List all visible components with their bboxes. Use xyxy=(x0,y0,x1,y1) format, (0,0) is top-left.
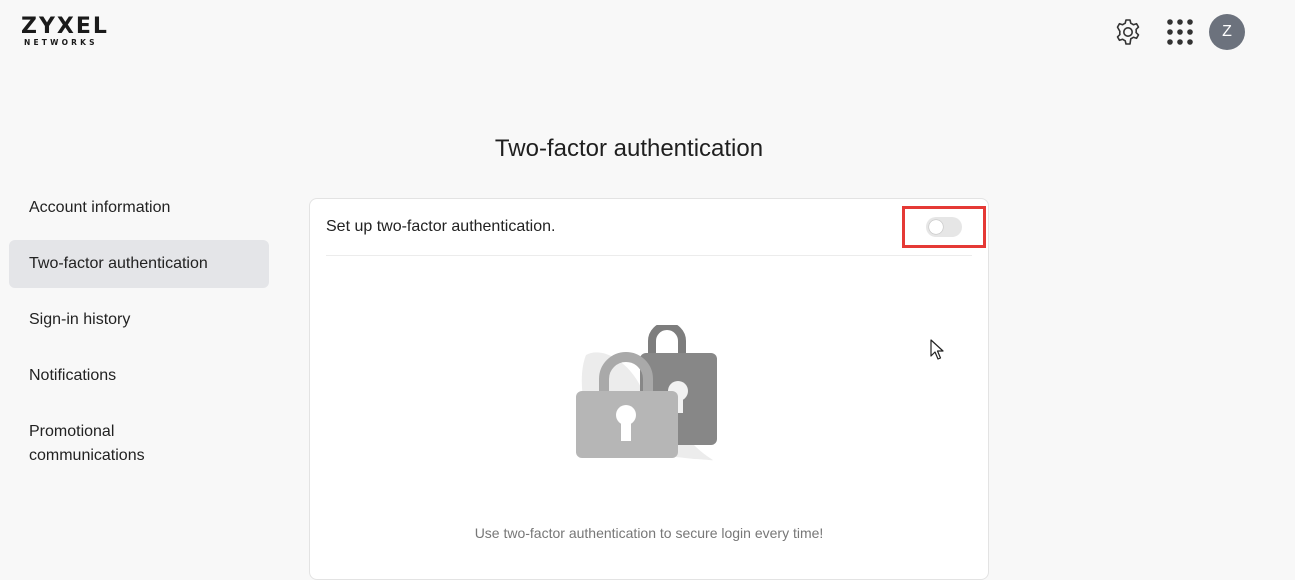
mouse-cursor-icon xyxy=(930,339,944,360)
apps-grid-icon[interactable] xyxy=(1165,17,1195,47)
avatar[interactable]: Z xyxy=(1209,14,1245,50)
sidebar-item-two-factor-authentication[interactable]: Two-factor authentication xyxy=(9,240,269,288)
setup-row: Set up two-factor authentication. xyxy=(326,199,986,256)
logo-subtitle: NETWORKS xyxy=(24,38,98,47)
sidebar-item-account-information[interactable]: Account information xyxy=(9,184,269,232)
hint-text: Use two-factor authentication to secure … xyxy=(474,525,824,541)
two-factor-toggle[interactable] xyxy=(926,217,962,237)
sidebar-item-sign-in-history[interactable]: Sign-in history xyxy=(9,296,269,344)
two-factor-card: Set up two-factor authentication. Use tw… xyxy=(309,198,989,580)
sidebar-item-promotional-communications[interactable]: Promotional communications xyxy=(9,408,209,480)
page-title: Two-factor authentication xyxy=(494,135,764,162)
setup-label: Set up two-factor authentication. xyxy=(326,218,556,235)
padlocks-icon xyxy=(576,325,717,461)
zyxel-logo[interactable]: ZYXEL NETWORKS xyxy=(21,16,113,48)
logo-wordmark: ZYXEL xyxy=(21,14,109,39)
sidebar-nav: Account information Two-factor authentic… xyxy=(9,184,269,488)
header-actions: Z xyxy=(1113,14,1245,50)
toggle-knob xyxy=(929,220,943,234)
toggle-highlight-box xyxy=(902,206,986,248)
sidebar-item-notifications[interactable]: Notifications xyxy=(9,352,269,400)
gear-icon[interactable] xyxy=(1113,17,1143,47)
